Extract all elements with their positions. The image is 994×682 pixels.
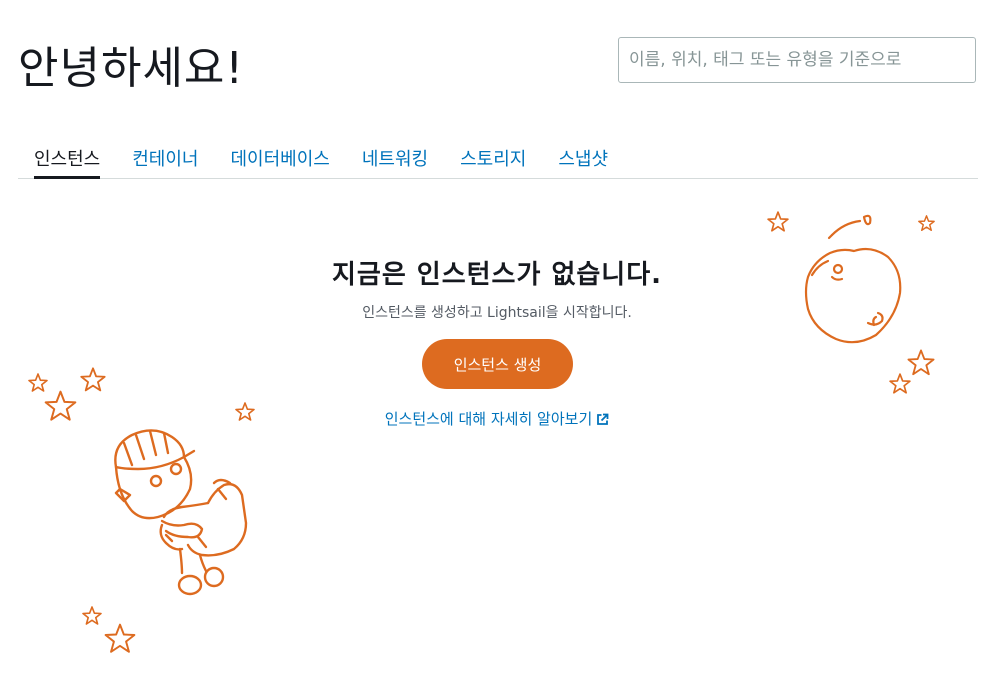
star-icon: [44, 390, 77, 421]
tab-storage[interactable]: 스토리지: [444, 138, 542, 178]
tab-databases[interactable]: 데이터베이스: [215, 138, 346, 178]
lightsail-home: 안녕하세요! 인스턴스 컨테이너 데이터베이스 네트워킹 스토리지 스냅샷 지금…: [0, 0, 994, 682]
tab-containers[interactable]: 컨테이너: [116, 138, 214, 178]
star-icon: [235, 402, 255, 421]
tab-instances[interactable]: 인스턴스: [18, 138, 116, 179]
star-icon: [82, 606, 102, 625]
resource-tabs: 인스턴스 컨테이너 데이터베이스 네트워킹 스토리지 스냅샷: [18, 138, 978, 179]
star-icon: [767, 211, 789, 232]
star-icon: [889, 373, 911, 394]
planet-illustration: [804, 214, 902, 344]
robot-illustration: [114, 429, 248, 596]
tab-snapshots[interactable]: 스냅샷: [542, 138, 624, 178]
tab-networking[interactable]: 네트워킹: [346, 138, 444, 178]
star-icon: [104, 623, 136, 653]
search-input[interactable]: [618, 37, 976, 83]
star-icon: [918, 215, 935, 232]
star-icon: [907, 349, 935, 376]
page-title: 안녕하세요!: [18, 43, 245, 94]
create-instance-button[interactable]: 인스턴스 생성: [422, 339, 573, 389]
learn-more-label[interactable]: 인스턴스에 대해 자세히 알아보기: [385, 410, 593, 428]
star-icon: [80, 367, 106, 392]
external-link-icon: [597, 413, 609, 425]
